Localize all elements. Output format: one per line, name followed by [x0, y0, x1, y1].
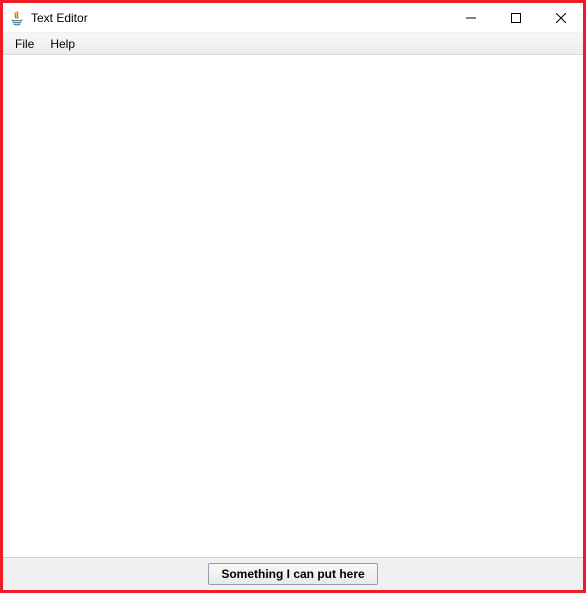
window-controls: [448, 3, 583, 32]
text-area[interactable]: [3, 55, 583, 558]
titlebar: Text Editor: [3, 3, 583, 33]
maximize-button[interactable]: [493, 3, 538, 33]
close-button[interactable]: [538, 3, 583, 33]
menubar: File Help: [3, 33, 583, 55]
window-title: Text Editor: [31, 11, 448, 25]
close-icon: [556, 13, 566, 23]
bottom-button[interactable]: Something I can put here: [208, 563, 377, 585]
maximize-icon: [511, 13, 521, 23]
menu-help[interactable]: Help: [42, 35, 83, 53]
menu-file[interactable]: File: [7, 35, 42, 53]
java-icon: [9, 10, 25, 26]
minimize-button[interactable]: [448, 3, 493, 33]
minimize-icon: [466, 13, 476, 23]
bottom-bar: Something I can put here: [3, 558, 583, 590]
